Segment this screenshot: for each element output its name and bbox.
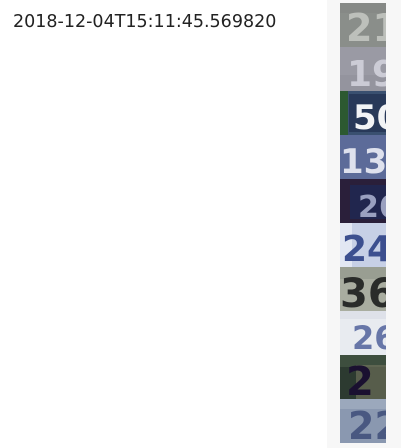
timestamp-text: 2018-12-04T15:11:45.569820: [13, 12, 277, 32]
svg-text:24: 24: [342, 229, 386, 267]
page: 2018-12-04T15:11:45.569820 21 19 50: [0, 0, 401, 448]
svg-text:22: 22: [348, 404, 386, 443]
digit-image-tile: 36: [340, 267, 386, 311]
svg-text:2: 2: [346, 359, 374, 399]
digit-image-tile: 19: [340, 47, 386, 91]
digit-image-tile: 2: [340, 355, 386, 399]
svg-text:19: 19: [347, 54, 386, 91]
svg-text:21: 21: [346, 6, 386, 47]
digit-image-tile: 136: [340, 135, 386, 179]
digit-image-tile: 26: [340, 311, 386, 355]
digit-image-tile: 21: [340, 3, 386, 47]
digit-image-tile: 50: [340, 91, 386, 135]
svg-text:26: 26: [352, 319, 386, 355]
svg-text:50: 50: [353, 98, 386, 135]
svg-text:36: 36: [340, 271, 386, 311]
svg-text:136: 136: [340, 142, 386, 179]
svg-text:26: 26: [358, 190, 386, 223]
digit-image-tile: 22: [340, 399, 386, 443]
digit-image-tile: 24: [340, 223, 386, 267]
digit-image-tile: 26: [340, 179, 386, 223]
digit-image-strip: 21 19 50 136: [340, 3, 386, 443]
